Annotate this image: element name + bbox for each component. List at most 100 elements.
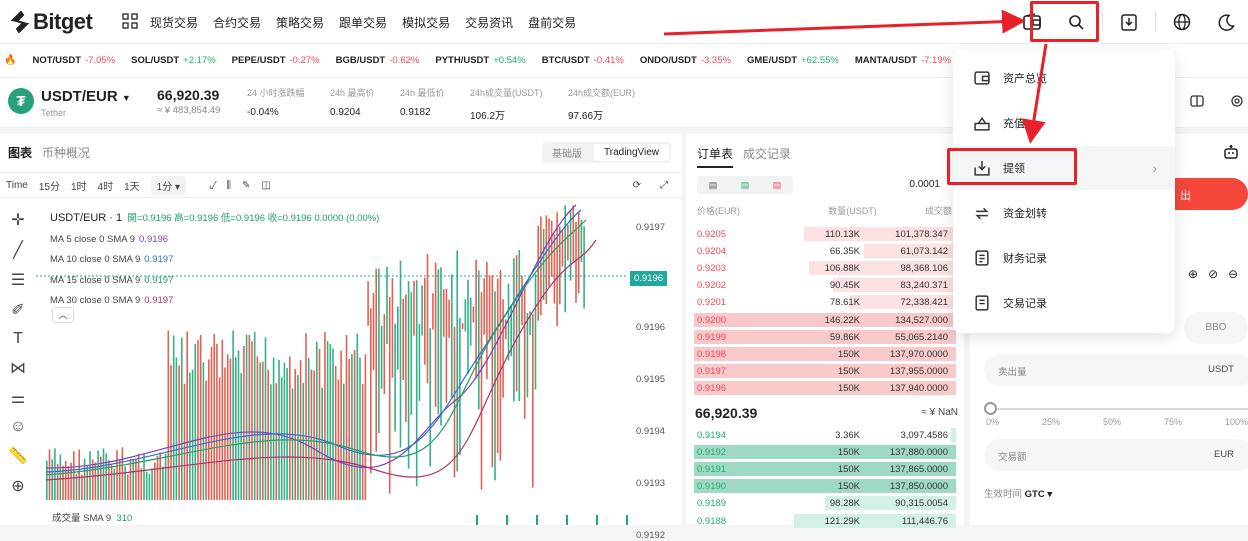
fib-icon[interactable]: ☰ (11, 270, 25, 290)
ask-row[interactable]: 0.9199 59.86K 55,065.2140 (694, 329, 956, 345)
mode-asks-icon[interactable]: ▤ (773, 180, 782, 191)
bid-row[interactable]: 0.9192 150K 137,880.0000 (694, 444, 956, 460)
bid-row[interactable]: 0.9194 3.36K 3,097.4586 (694, 427, 956, 443)
amount-slider[interactable] (990, 408, 1248, 410)
ask-row[interactable]: 0.9204 66.35K 61,073.142 (694, 243, 956, 259)
crosshair-icon[interactable]: ✛ (11, 210, 24, 230)
ticker-item[interactable]: MANTA/USDT -7.19% (855, 55, 951, 66)
indicator-icon[interactable]: ⌞⁄ (209, 180, 215, 191)
tab-trades[interactable]: 成交记录 (743, 145, 791, 168)
nav-demo[interactable]: 模拟交易 (402, 14, 450, 31)
add-icon[interactable]: ⊕ (1188, 267, 1198, 281)
fullscreen-icon[interactable]: ⤢ (660, 180, 668, 191)
menu-item-transfer[interactable]: 资金划转 (953, 191, 1175, 235)
info-icon[interactable]: ⊖ (1228, 267, 1238, 281)
bid-row[interactable]: 0.9191 150K 137,865.0000 (694, 461, 956, 477)
camera-icon[interactable]: ◫ (261, 180, 270, 191)
nav-copy[interactable]: 跟单交易 (339, 14, 387, 31)
nav-strategy[interactable]: 策略交易 (276, 14, 324, 31)
menu-item-trade-records[interactable]: 交易记录 (953, 281, 1175, 325)
pct-label[interactable]: 25% (1042, 417, 1060, 427)
ask-row[interactable]: 0.9205 110.13K 101,378.347 (694, 226, 956, 242)
nav-spot[interactable]: 现货交易 (150, 14, 198, 31)
menu-item-financial-records[interactable]: 财务记录 (953, 236, 1175, 280)
ticker-item[interactable]: BTC/USDT -0.41% (542, 55, 624, 66)
collapse-legend-button[interactable]: ︿ (52, 307, 74, 323)
swap-icon[interactable]: ⊘ (1208, 267, 1218, 281)
download-button[interactable] (1107, 0, 1151, 44)
settings-icon[interactable] (1230, 94, 1244, 108)
emoji-icon[interactable]: ☺ (10, 418, 26, 436)
pair-selector[interactable]: USDT/EUR ▼ (41, 88, 131, 105)
tab-coin-info[interactable]: 币种概况 (42, 144, 90, 161)
ask-row[interactable]: 0.9201 78.61K 72,338.421 (694, 294, 956, 310)
candle (272, 357, 275, 500)
language-button[interactable] (1160, 0, 1204, 44)
sell-amount-field[interactable]: 卖出量 USDT (984, 354, 1248, 386)
tf-1h[interactable]: 1时 (71, 178, 87, 193)
ticker-item[interactable]: NOT/USDT -7.05% (32, 55, 115, 66)
tf-1d[interactable]: 1天 (124, 178, 140, 193)
pct-label[interactable]: 75% (1164, 417, 1182, 427)
bbo-button[interactable]: BBO (1184, 312, 1248, 344)
precision-selector[interactable]: 0.0001 (909, 179, 940, 190)
refresh-icon[interactable]: ⟳ (633, 180, 641, 191)
candle-type-icon[interactable]: ⫼ (226, 180, 231, 191)
ask-row[interactable]: 0.9203 106.88K 98,368.106 (694, 260, 956, 276)
bid-row[interactable]: 0.9190 150K 137,850.0000 (694, 478, 956, 494)
layout-icon[interactable] (1190, 94, 1204, 108)
ma-row: MA 15 close 0 SMA 9 0.9197 (50, 271, 379, 292)
tf-15m[interactable]: 15分 (39, 178, 60, 193)
menu-item-asset-overview[interactable]: 资产总览 (953, 56, 1175, 100)
trade-amount-field[interactable]: 交易额 EUR (984, 439, 1248, 471)
ask-row[interactable]: 0.9200 146.22K 134,527.000 (694, 312, 956, 328)
pct-label[interactable]: 50% (1103, 417, 1121, 427)
pattern-icon[interactable]: ⋈ (10, 358, 26, 378)
tf-4h[interactable]: 4时 (98, 178, 114, 193)
trendline-icon[interactable]: ╱ (13, 240, 23, 260)
ruler-icon[interactable]: 📏 (8, 446, 28, 466)
view-basic[interactable]: 基础版 (542, 142, 592, 163)
ticker-item[interactable]: BGB/USDT -0.62% (336, 55, 420, 66)
tab-chart[interactable]: 图表 (8, 144, 32, 161)
draw-icon[interactable]: ✎ (242, 180, 250, 191)
theme-button[interactable] (1204, 0, 1248, 44)
chart-view-toggle: 基础版 TradingView (542, 142, 672, 163)
bitget-logo[interactable]: Bitget (10, 9, 93, 35)
view-tradingview[interactable]: TradingView (594, 144, 670, 161)
order-qty: 146.22K (824, 314, 860, 326)
brush-icon[interactable]: ✐ (11, 300, 24, 320)
bid-row[interactable]: 0.9188 121.29K 111,446.76 (694, 513, 956, 529)
slider-handle[interactable] (984, 402, 997, 415)
text-tool-icon[interactable]: T (13, 330, 23, 348)
apps-grid-icon[interactable] (122, 13, 138, 29)
measure-icon[interactable]: ⚌ (11, 388, 25, 408)
tf-time[interactable]: Time (6, 180, 28, 191)
candle (518, 250, 521, 402)
mode-both-icon[interactable]: ▤ (709, 180, 718, 191)
ticker-item[interactable]: GME/USDT +62.55% (747, 55, 839, 66)
tf-selector[interactable]: 1分 ▾ (150, 175, 187, 195)
ticker-item[interactable]: ONDO/USDT -3.35% (640, 55, 731, 66)
bid-row[interactable]: 0.9189 98.28K 90,315.0054 (694, 495, 956, 511)
time-in-force[interactable]: 生效时间 GTC ▾ (984, 486, 1052, 500)
ticker-item[interactable]: SOL/USDT +2.17% (131, 55, 216, 66)
pct-label[interactable]: 0% (986, 417, 999, 427)
ticker-item[interactable]: PYTH/USDT +0.54% (435, 55, 525, 66)
ticker-item[interactable]: PEPE/USDT -0.27% (232, 55, 320, 66)
candle (199, 334, 202, 500)
nav-futures[interactable]: 合约交易 (213, 14, 261, 31)
nav-news[interactable]: 交易资讯 (465, 14, 513, 31)
nav-premarket[interactable]: 盘前交易 (528, 14, 576, 31)
candle (181, 337, 183, 500)
ask-row[interactable]: 0.9197 150K 137,955.0000 (694, 363, 956, 379)
robot-icon[interactable] (1222, 144, 1240, 160)
ask-row[interactable]: 0.9202 90.45K 83,240.371 (694, 277, 956, 293)
ask-row[interactable]: 0.9198 150K 137,970.0000 (694, 346, 956, 362)
mode-bids-icon[interactable]: ▤ (741, 180, 750, 191)
pct-label[interactable]: 100% (1225, 417, 1248, 427)
ask-row[interactable]: 0.9196 150K 137,940.0000 (694, 380, 956, 396)
menu-item-deposit[interactable]: 充值 (953, 101, 1175, 145)
tab-orderbook[interactable]: 订单表 (697, 145, 734, 168)
zoom-icon[interactable]: ⊕ (11, 476, 24, 496)
